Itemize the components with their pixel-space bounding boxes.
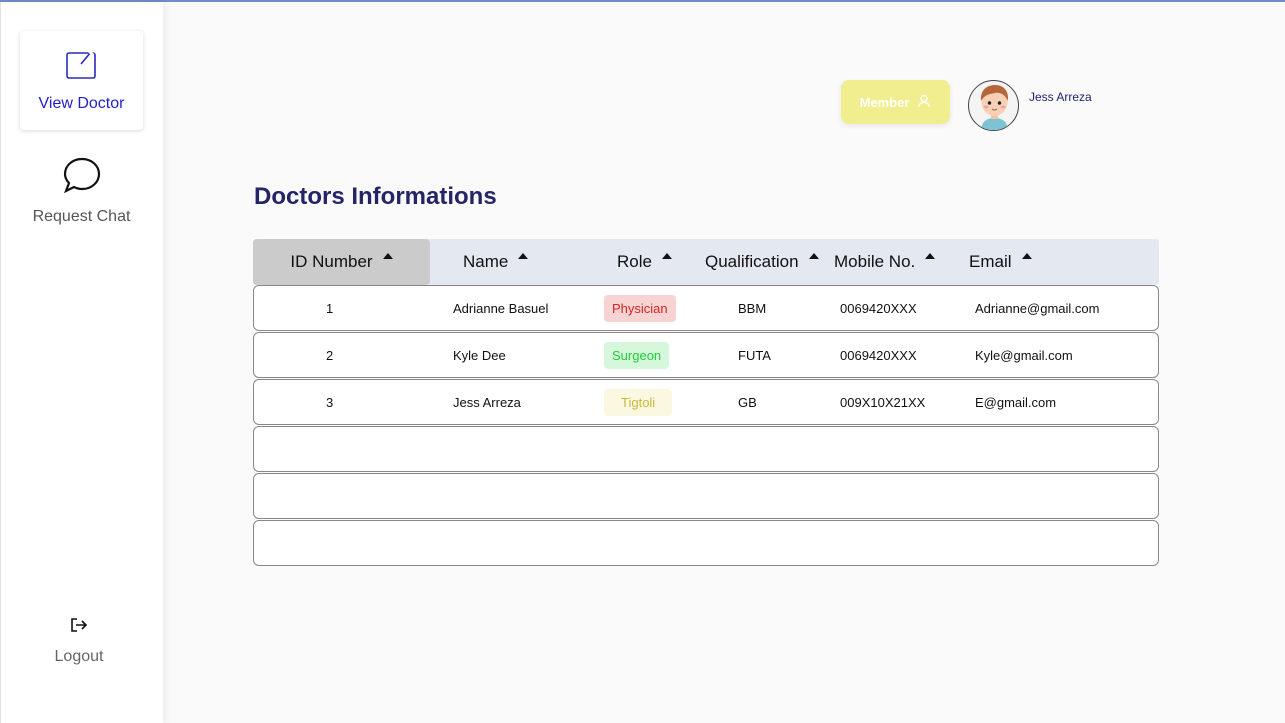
page-title: Doctors Informations <box>254 183 497 210</box>
column-header-label: Qualification <box>705 252 799 271</box>
cell-mobile: 0069420XXX <box>840 300 917 316</box>
cell-mobile: 0069420XXX <box>840 347 917 363</box>
cell-name: Kyle Dee <box>453 347 506 363</box>
column-header-email[interactable]: Email <box>969 239 1032 285</box>
member-button[interactable]: Member <box>841 80 950 124</box>
table-row-empty[interactable] <box>253 520 1159 566</box>
role-badge: Surgeon <box>604 341 670 369</box>
column-header-role[interactable]: Role <box>617 239 672 285</box>
sidebar-item-label: Request Chat <box>32 208 131 225</box>
sort-up-icon <box>518 253 529 259</box>
cell-mobile: 009X10X21XX <box>840 394 926 410</box>
column-header-label: ID Number <box>290 252 373 271</box>
cell-qualification: BBM <box>738 300 767 316</box>
cell-name: Jess Arreza <box>453 394 521 410</box>
column-header-label: Name <box>463 252 509 271</box>
doctors-table: ID Number Name Role Qualification Mobile… <box>253 239 1159 567</box>
user-name: Jess Arreza <box>1029 90 1092 104</box>
user-icon <box>917 94 931 111</box>
cell-email: E@gmail.com <box>975 394 1057 410</box>
member-label: Member <box>859 94 910 110</box>
column-header-label: Role <box>617 252 652 271</box>
table-row-empty[interactable] <box>253 426 1159 472</box>
table-row[interactable]: 3 Jess Arreza Tigtoli GB 009X10X21XX E@g… <box>253 379 1159 425</box>
chat-bubble-icon <box>62 157 102 198</box>
sidebar-item-request-chat[interactable]: Request Chat <box>20 142 143 241</box>
logout-label: Logout <box>54 648 104 665</box>
avatar[interactable] <box>968 80 1019 131</box>
cell-id: 2 <box>326 347 334 363</box>
table-row-empty[interactable] <box>253 473 1159 519</box>
cell-name: Adrianne Basuel <box>453 300 549 316</box>
cell-email: Adrianne@gmail.com <box>975 300 1100 316</box>
sort-up-icon <box>382 253 393 259</box>
cell-id: 3 <box>326 394 334 410</box>
column-header-name[interactable]: Name <box>463 239 529 285</box>
column-header-mobile[interactable]: Mobile No. <box>834 239 936 285</box>
column-header-id[interactable]: ID Number <box>253 239 430 285</box>
table-row[interactable]: 2 Kyle Dee Surgeon FUTA 0069420XXX Kyle@… <box>253 332 1159 378</box>
table-row[interactable]: 1 Adrianne Basuel Physician BBM 0069420X… <box>253 285 1159 331</box>
sort-up-icon <box>808 253 819 259</box>
edit-square-icon <box>65 48 99 85</box>
logout-button[interactable]: Logout <box>31 617 127 679</box>
sidebar: View Doctor Request Chat Logout <box>0 2 163 723</box>
sort-up-icon <box>1021 253 1032 259</box>
column-header-qualification[interactable]: Qualification <box>705 239 819 285</box>
sort-up-icon <box>661 253 672 259</box>
cell-id: 1 <box>326 300 334 316</box>
cell-qualification: FUTA <box>738 347 771 363</box>
cell-qualification: GB <box>738 394 757 410</box>
column-header-label: Mobile No. <box>834 252 916 271</box>
sidebar-item-label: View Doctor <box>38 95 125 112</box>
table-header: ID Number Name Role Qualification Mobile… <box>253 239 1159 285</box>
logout-icon <box>70 617 88 638</box>
column-header-label: Email <box>969 252 1012 271</box>
sort-up-icon <box>925 253 936 259</box>
role-badge: Physician <box>604 294 676 322</box>
sidebar-item-view-doctor[interactable]: View Doctor <box>20 31 143 130</box>
cell-email: Kyle@gmail.com <box>975 347 1073 363</box>
role-badge: Tigtoli <box>604 388 673 416</box>
